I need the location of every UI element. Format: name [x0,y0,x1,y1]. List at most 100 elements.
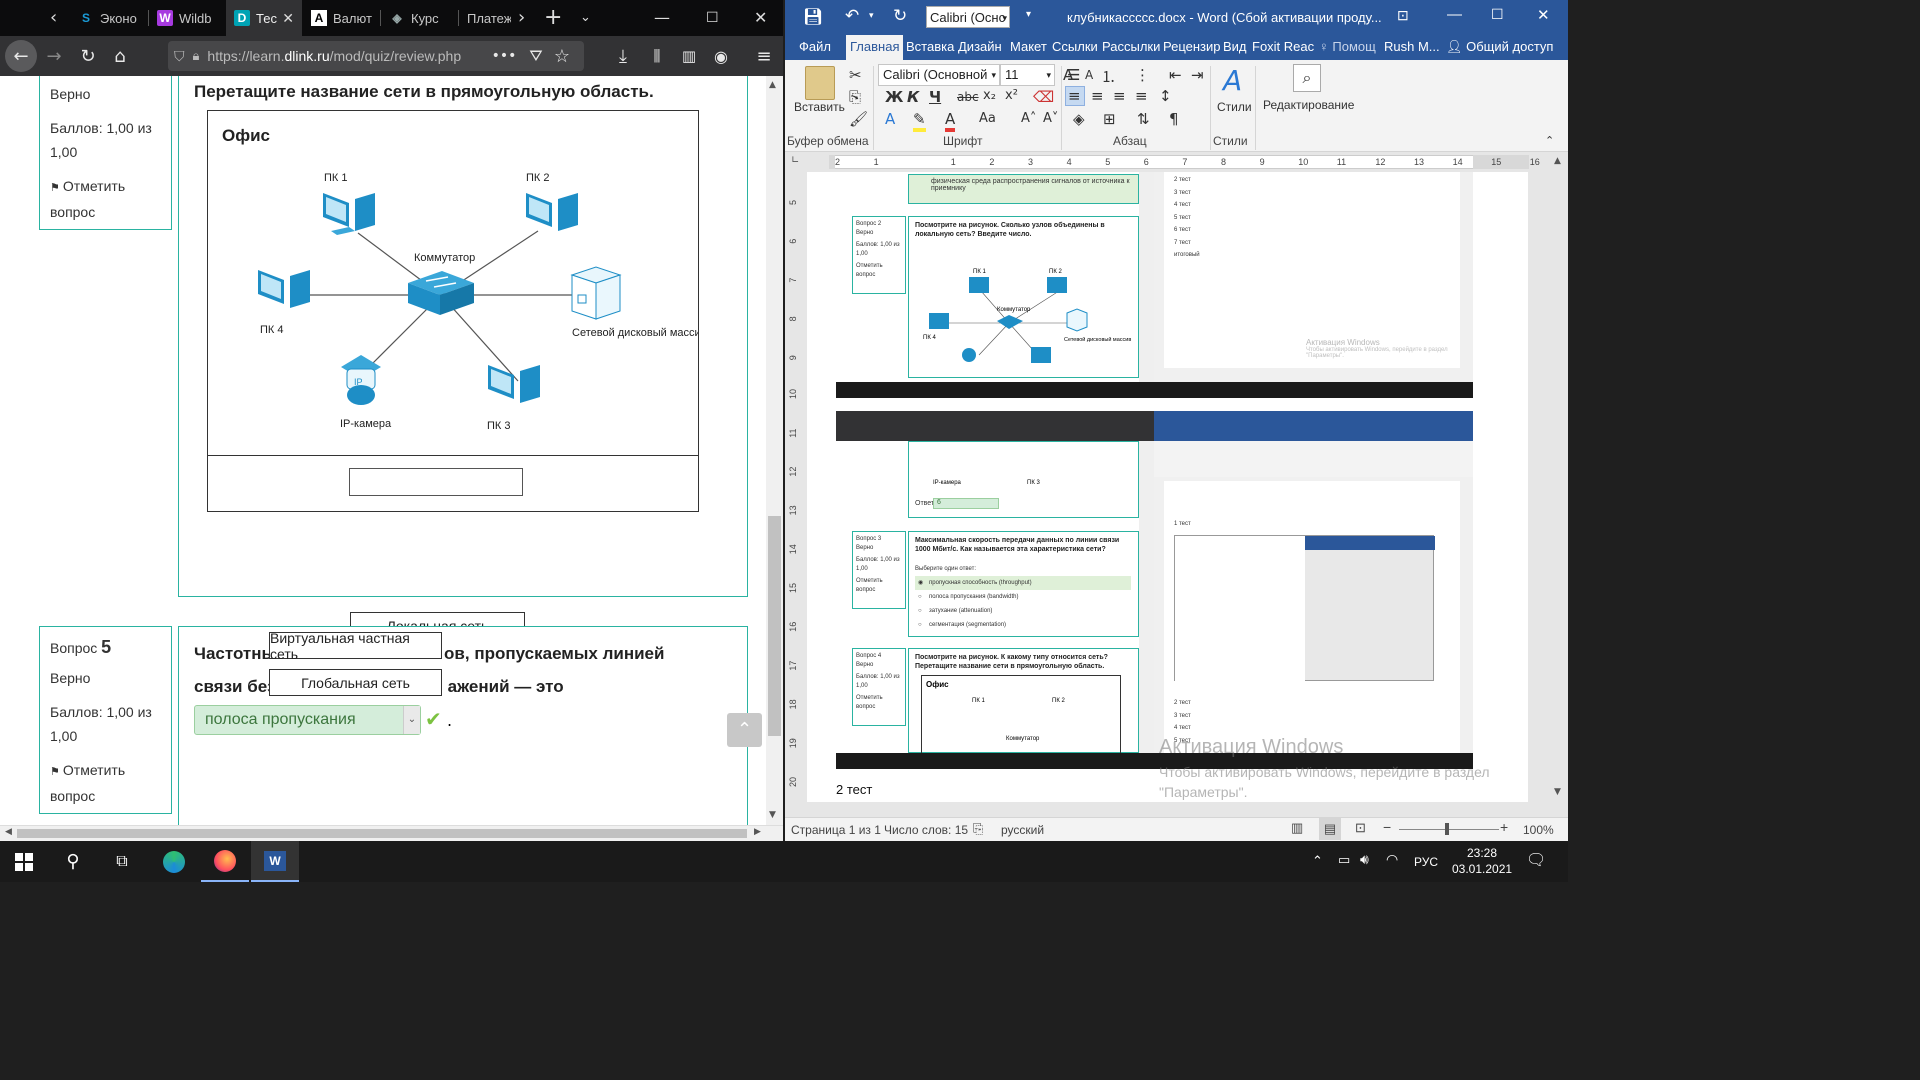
tab-rush[interactable]: Rush M... [1380,35,1444,60]
back-icon[interactable]: ← [5,40,37,72]
account-icon[interactable]: ◉ [705,40,737,72]
doc-scrollbar[interactable]: ▲ ▼ [1551,152,1568,802]
strikethrough-icon[interactable]: abc [957,90,979,104]
zoom-thumb[interactable] [1445,823,1449,835]
tab-insert[interactable]: Вставка [902,35,958,60]
proofing-icon[interactable]: ⎘ [973,821,983,837]
new-tab-icon[interactable]: + [544,0,562,36]
tab-4[interactable]: A Валют [303,0,379,36]
font-color-icon[interactable]: A [945,110,956,132]
customize-qat-icon[interactable]: ▾ [1026,9,1031,20]
language[interactable]: русский [1001,823,1044,837]
zoom-slider[interactable] [1399,829,1499,830]
tab-5[interactable]: ◈ Курс [381,0,457,36]
word-count[interactable]: Число слов: 15 [884,823,968,837]
zoom-level[interactable]: 100% [1523,823,1554,837]
justify-icon[interactable]: ≡ [1135,87,1148,105]
close-tab-icon[interactable]: ✕ [282,10,294,27]
close-window-icon[interactable]: ✕ [754,0,767,36]
scroll-down-icon[interactable]: ▼ [769,810,776,820]
paste-button[interactable]: Вставить [794,100,845,114]
bold-icon[interactable]: Ж [885,88,903,106]
change-case-icon[interactable]: Aa [979,111,996,126]
zoom-in-icon[interactable]: + [1500,819,1508,835]
clear-format-icon[interactable]: ⌫ [1033,88,1054,106]
borders-icon[interactable]: ⊞ [1103,110,1116,128]
align-right-icon[interactable]: ≡ [1113,87,1126,105]
language-indicator[interactable]: РУС [1414,855,1438,869]
tab-2[interactable]: W Wildb [149,0,225,36]
maximize-icon[interactable]: ☐ [706,0,719,36]
firefox-taskbar-icon[interactable] [201,841,249,882]
grow-font-2-icon[interactable]: A˄ [1021,111,1036,126]
tab-scroll-right-icon[interactable]: › [518,0,525,36]
reload-icon[interactable]: ↻ [72,40,104,72]
shrink-font-2-icon[interactable]: A˅ [1043,111,1058,126]
scroll-down-icon[interactable]: ▼ [1554,787,1561,797]
download-icon[interactable]: ⤓ [607,40,639,72]
tray-chevron-icon[interactable]: ⌃ [1312,853,1323,869]
tab-6[interactable]: Платеж [459,0,511,36]
scroll-up-icon[interactable]: ▲ [769,80,776,90]
scroll-right-icon[interactable]: ▶ [754,827,761,837]
maximize-icon[interactable]: ☐ [1491,6,1504,23]
styles-button[interactable]: Стили [1217,100,1252,114]
collapse-ribbon-icon[interactable]: ⌃ [1545,134,1554,147]
hscroll-thumb[interactable] [17,829,747,838]
show-marks-icon[interactable]: ¶ [1169,110,1179,128]
format-painter-icon[interactable]: 🖌︎ [849,110,868,128]
volume-icon[interactable]: 🔊︎ [1360,851,1369,868]
tab-design[interactable]: Дизайн [954,35,1006,60]
increase-indent-icon[interactable]: ⇥ [1191,66,1204,84]
undo-dropdown-icon[interactable]: ▾ [869,10,874,21]
horizontal-scrollbar[interactable]: ◀ ▶ [0,825,783,841]
search-icon[interactable]: ⌕ [1293,64,1321,92]
clock[interactable]: 23:28 03.01.2021 [1452,845,1512,877]
tab-foxit[interactable]: Foxit Reac [1248,35,1318,60]
tab-mailings[interactable]: Рассылки [1098,35,1164,60]
start-button[interactable] [0,841,48,882]
search-icon[interactable]: ⚲ [49,841,97,882]
forward-icon[interactable]: → [38,40,70,72]
drag-option-wan[interactable]: Глобальная сеть [269,669,442,696]
tab-home[interactable]: Главная [846,35,904,60]
quick-font-combo[interactable]: Calibri (Оснс ▾ [926,6,1010,28]
underline-icon[interactable]: Ч [929,88,941,106]
shrink-font-icon[interactable]: A [1085,68,1093,82]
align-center-icon[interactable]: ≡ [1091,87,1104,105]
text-effects-icon[interactable]: A [885,110,895,128]
ribbon-display-icon[interactable]: ⊡ [1397,7,1409,24]
print-layout-icon[interactable]: ▤ [1319,818,1341,840]
undo-icon[interactable]: ↶ [845,6,859,26]
close-window-icon[interactable]: ✕ [1537,6,1550,24]
scroll-left-icon[interactable]: ◀ [5,827,12,837]
bookmark-star-icon[interactable]: ☆ [546,40,578,72]
tab-help[interactable]: ♀ Помощ [1315,35,1380,60]
decrease-indent-icon[interactable]: ⇤ [1169,66,1182,84]
library-icon[interactable]: ⫼ [641,40,673,72]
cut-icon[interactable]: ✂ [849,66,862,84]
tab-3-active[interactable]: D Тес ✕ [226,0,302,36]
page-count[interactable]: Страница 1 из 1 [791,823,881,837]
zoom-out-icon[interactable]: − [1383,819,1391,835]
numbering-icon[interactable]: ⒈ [1101,66,1116,87]
task-view-icon[interactable]: ⧉ [98,841,146,882]
superscript-icon[interactable]: x² [1005,88,1018,103]
notifications-icon[interactable]: 🗨︎ [1526,850,1546,870]
copy-icon[interactable]: ⎘ [849,88,861,106]
tab-list-icon[interactable]: ⌄ [580,0,591,36]
chevron-down-icon[interactable]: ⌄ [403,706,420,734]
read-mode-icon[interactable]: ▥ [1291,820,1303,836]
multilevel-icon[interactable]: ⋮ [1135,66,1150,84]
sidebar-icon[interactable]: ▥ [673,40,705,72]
sort-icon[interactable]: ⇅ [1137,110,1150,128]
tab-view[interactable]: Вид [1219,35,1251,60]
subscript-icon[interactable]: x₂ [983,88,996,103]
font-size-combo[interactable]: 11 ▾ [1000,64,1055,86]
minimize-icon[interactable]: — [654,0,670,36]
edge-icon[interactable] [150,841,198,882]
shading-icon[interactable]: ◈ [1073,110,1085,128]
minimize-icon[interactable]: — [1447,6,1462,23]
page-actions-icon[interactable]: ••• [488,40,520,72]
highlight-icon[interactable]: ✎ [913,110,926,132]
